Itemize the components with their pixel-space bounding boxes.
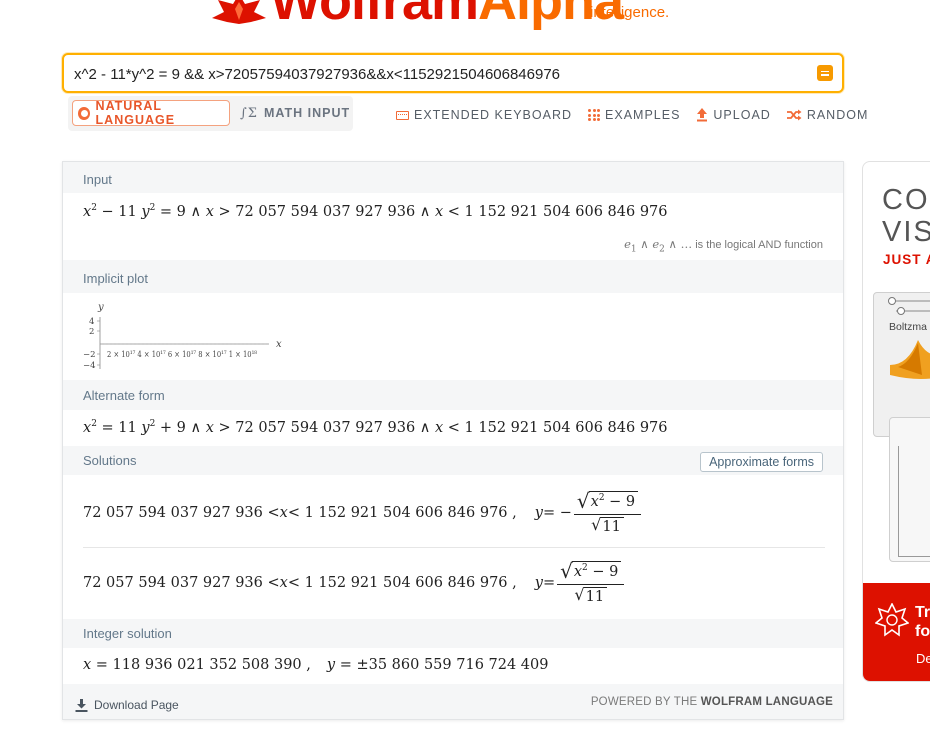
upload-label: UPLOAD [713, 108, 771, 122]
math-input-icon: ∫Σ [240, 105, 258, 121]
tab-natural-language[interactable]: NATURAL LANGUAGE [72, 99, 230, 127]
pod-alternate-form: x2 = 11 y2 + 9 ∧ x > 72 057 594 037 927 … [63, 410, 843, 446]
logical-and-note: e1 ∧ e2 ∧ … is the logical AND function [624, 237, 823, 255]
solution-2: 72 057 594 037 927 936 < x < 1 152 921 5… [83, 555, 626, 611]
solution-divider [83, 547, 825, 548]
input-expression: x2 − 11 y2 = 9 ∧ x > 72 057 594 037 927 … [83, 203, 668, 220]
logo-word-wolfram: Wolfram [270, 0, 479, 31]
slider-controls-icon [888, 297, 930, 315]
ad-headline: COMVIS [882, 184, 930, 248]
search-box[interactable] [62, 53, 844, 93]
pod-title-input: Input [83, 172, 112, 187]
tools-row: EXTENDED KEYBOARD EXAMPLES UPLOAD RANDOM [396, 108, 868, 122]
extended-keyboard-label: EXTENDED KEYBOARD [414, 108, 573, 122]
examples-button[interactable]: EXAMPLES [588, 108, 680, 122]
alternate-form-expression: x2 = 11 y2 + 9 ∧ x > 72 057 594 037 927 … [83, 419, 668, 436]
random-button[interactable]: RANDOM [786, 108, 869, 122]
download-icon [75, 698, 88, 712]
pod-title-alternate-form: Alternate form [83, 388, 165, 403]
plot-y-tick: 2 [89, 327, 94, 337]
pod-implicit-plot: y x 4 2 −2 −4 2 × 10¹⁷ 4 × 10¹⁷ 6 × 10¹⁷… [63, 293, 843, 380]
keyboard-icon [396, 110, 409, 120]
pod-input: x2 − 11 y2 = 9 ∧ x > 72 057 594 037 927 … [63, 193, 843, 260]
random-label: RANDOM [806, 108, 869, 122]
results-card: Input x2 − 11 y2 = 9 ∧ x > 72 057 594 03… [62, 161, 844, 720]
ad-cta-description: De [916, 651, 930, 666]
implicit-plot-graph: y x 4 2 −2 −4 2 × 10¹⁷ 4 × 10¹⁷ 6 × 10¹⁷… [83, 302, 282, 371]
grid-dots-icon [588, 109, 601, 121]
upload-icon [697, 108, 708, 122]
examples-label: EXAMPLES [605, 108, 681, 122]
approximate-forms-button[interactable]: Approximate forms [700, 452, 823, 472]
plot-x-axis-label: x [276, 339, 282, 350]
logo-wordmark: WolframAlpha [270, 0, 624, 28]
download-page-button[interactable]: Download Page [75, 698, 179, 712]
wolfram-alpha-logo[interactable]: WolframAlpha intelligence. [210, 0, 690, 28]
pod-title-solutions: Solutions [83, 453, 137, 468]
logo-tagline: intelligence. [590, 4, 670, 21]
plot-y-axis-label: y [97, 302, 104, 313]
ad-cta-banner[interactable]: Trfo De [863, 583, 930, 681]
wolfram-spikey-icon [875, 603, 909, 637]
tab-math-input-label: MATH INPUT [263, 106, 351, 120]
shuffle-icon [786, 109, 802, 121]
ad-cta-title: Tr fo [915, 604, 930, 640]
search-input[interactable] [74, 63, 794, 85]
plot-x-ticks: 2 × 10¹⁷ 4 × 10¹⁷ 6 × 10¹⁷ 8 × 10¹⁷ 1 × … [107, 350, 257, 360]
wolfram-star-icon [212, 0, 266, 24]
plot-y-tick: −2 [83, 350, 96, 360]
plot-y-tick: 4 [89, 317, 94, 327]
solution-1: 72 057 594 037 927 936 < x < 1 152 921 5… [83, 485, 643, 541]
upload-button[interactable]: UPLOAD [696, 108, 770, 122]
ad-card-label: Boltzma [889, 321, 927, 333]
compute-button-icon[interactable] [817, 65, 833, 81]
plot-y-tick: −4 [83, 361, 96, 371]
ad-subheadline: JUST A [883, 252, 930, 267]
integer-solution-expression: x = 118 936 021 352 508 390 ,y = ±35 860… [83, 657, 549, 673]
powered-by-wolfram-language[interactable]: POWERED BY THE WOLFRAM LANGUAGE [591, 696, 833, 708]
surface-plot-icon [890, 340, 930, 379]
input-mode-tabs: NATURAL LANGUAGE ∫Σ MATH INPUT [68, 96, 353, 131]
advertisement-panel[interactable]: COMVIS JUST A Boltzma Trfo De [862, 161, 930, 682]
tab-natural-language-label: NATURAL LANGUAGE [95, 99, 176, 127]
pod-title-implicit-plot: Implicit plot [83, 271, 149, 286]
pod-integer-solution: x = 118 936 021 352 508 390 ,y = ±35 860… [63, 648, 843, 684]
ad-preview-card: Boltzma [873, 292, 930, 437]
pod-title-integer-solution: Integer solution [83, 626, 172, 641]
ad-preview-chart [889, 417, 930, 562]
download-page-label: Download Page [94, 698, 179, 712]
tab-math-input[interactable]: ∫Σ MATH INPUT [240, 100, 350, 126]
extended-keyboard-button[interactable]: EXTENDED KEYBOARD [396, 108, 572, 122]
pod-solutions: 72 057 594 037 927 936 < x < 1 152 921 5… [63, 475, 843, 619]
natural-language-icon [78, 106, 90, 120]
